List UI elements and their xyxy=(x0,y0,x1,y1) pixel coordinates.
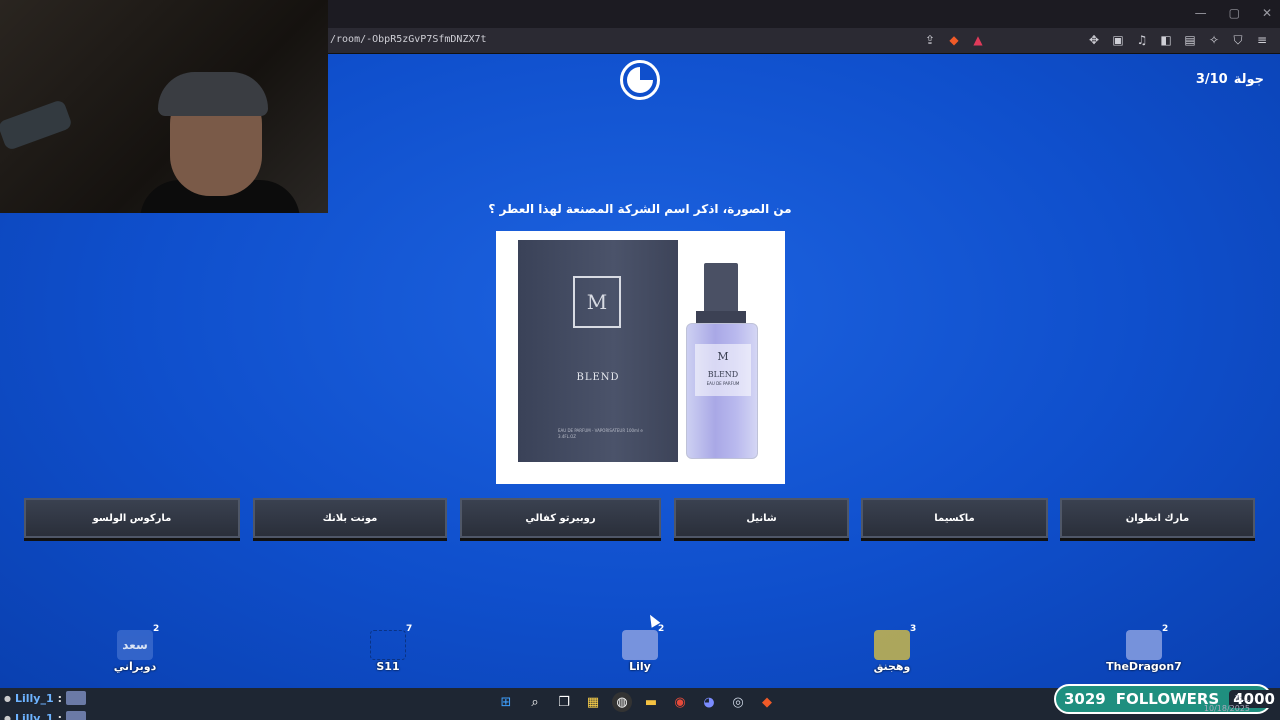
chat-separator: : xyxy=(57,711,63,720)
discord-icon[interactable]: ◕ xyxy=(699,692,719,712)
taskbar-apps: ⊞ ⌕ ❐ ▦ ◍ ▬ ◉ ◕ ◎ ◆ xyxy=(496,692,777,712)
minimize-button[interactable]: — xyxy=(1195,6,1207,20)
answer-options: ماركوس الولسو مونت بلانك روبيرتو كفالي ش… xyxy=(0,498,1280,538)
sidebar-icon[interactable]: ◧ xyxy=(1158,32,1174,48)
brand-logo: M xyxy=(573,276,621,328)
obs-icon[interactable]: ◍ xyxy=(612,692,632,712)
chat-message: ● Lilly_1 : xyxy=(4,688,124,708)
streamer-cap xyxy=(158,72,268,116)
answer-button[interactable]: روبيرتو كفالي xyxy=(460,498,661,538)
brave-rewards-icon[interactable]: ▲ xyxy=(970,32,986,48)
bottle-product-name: BLEND xyxy=(707,370,739,379)
webcam-overlay xyxy=(0,0,328,213)
perfume-bottle: M BLEND EAU DE PARFUM xyxy=(686,323,758,459)
player-score: 2 xyxy=(658,624,665,634)
player-card: 2 Lily xyxy=(600,624,680,682)
chat-overlay: ● Lilly_1 : ● Lilly_1 : xyxy=(4,688,124,720)
url-text[interactable]: /room/-ObpR5zGvP7SfmDNZX7t xyxy=(330,34,487,45)
share-icon[interactable]: ⇪ xyxy=(922,32,938,48)
extensions-icon[interactable]: ✥ xyxy=(1086,32,1102,48)
leo-ai-icon[interactable]: ✧ xyxy=(1206,32,1222,48)
clock-time: 7:... xyxy=(1234,694,1250,703)
brave-icon[interactable]: ◆ xyxy=(757,692,777,712)
windows-start-icon[interactable]: ⊞ xyxy=(496,692,516,712)
wallet-icon[interactable]: ▤ xyxy=(1182,32,1198,48)
player-card: 3 وهجنق xyxy=(852,624,932,682)
avatar xyxy=(622,630,658,660)
chat-username: Lilly_1 xyxy=(14,691,54,705)
avatar xyxy=(370,630,406,660)
search-icon[interactable]: ⌕ xyxy=(525,692,545,712)
player-score: 2 xyxy=(153,624,160,634)
menu-icon[interactable]: ≡ xyxy=(1254,32,1270,48)
chat-separator: : xyxy=(57,691,63,705)
bottle-logo: M xyxy=(717,350,729,363)
close-button[interactable]: ✕ xyxy=(1262,6,1272,20)
media-icon[interactable]: ♫ xyxy=(1134,32,1150,48)
file-explorer-icon[interactable]: ▬ xyxy=(641,692,661,712)
avatar xyxy=(1126,630,1162,660)
chrome-icon[interactable]: ◉ xyxy=(670,692,690,712)
chat-message: ● Lilly_1 : xyxy=(4,708,124,720)
players-bar: سعد 2 دوبراني 7 S11 2 Lily 3 وهجنق 2 The… xyxy=(0,624,1280,684)
avatar: سعد xyxy=(117,630,153,660)
box-product-name: BLEND xyxy=(576,372,620,383)
player-name: دوبراني xyxy=(113,660,157,673)
chat-bullet-icon: ● xyxy=(4,713,11,720)
question-text: من الصورة، اذكر اسم الشركة المصنعة لهذا … xyxy=(488,202,792,216)
window-controls: — ▢ ✕ xyxy=(1195,6,1272,20)
player-score: 7 xyxy=(406,624,413,634)
round-value: 3/10 xyxy=(1195,72,1228,87)
steam-icon[interactable]: ◎ xyxy=(728,692,748,712)
address-bar-icons: ⇪ ◆ ▲ xyxy=(922,32,986,48)
store-icon[interactable]: ▦ xyxy=(583,692,603,712)
answer-button[interactable]: شانيل xyxy=(674,498,849,538)
bottle-cap xyxy=(704,263,738,313)
perfume-box: M BLEND EAU DE PARFUM - VAPORISATEUR 100… xyxy=(518,240,678,462)
player-card: سعد 2 دوبراني xyxy=(95,624,175,682)
chat-emote xyxy=(66,691,87,705)
clock-date: 10/18/2025 xyxy=(1203,704,1250,713)
answer-button[interactable]: ماركوس الولسو xyxy=(24,498,240,538)
maximize-button[interactable]: ▢ xyxy=(1229,6,1240,20)
bottle-subtitle: EAU DE PARFUM xyxy=(706,381,740,386)
microphone-icon xyxy=(0,98,74,152)
box-small-print: EAU DE PARFUM - VAPORISATEUR 100ml e 3.4… xyxy=(558,428,643,439)
vpn-shield-icon[interactable]: ⛉ xyxy=(1230,32,1246,48)
answer-button[interactable]: ماكسيما xyxy=(861,498,1048,538)
timer-progress xyxy=(627,67,653,93)
player-score: 3 xyxy=(910,624,917,634)
bottle-label: M BLEND EAU DE PARFUM xyxy=(695,344,751,396)
chat-bullet-icon: ● xyxy=(4,693,11,703)
task-view-icon[interactable]: ❐ xyxy=(554,692,574,712)
player-score: 2 xyxy=(1162,624,1169,634)
answer-button[interactable]: مونت بلانك xyxy=(253,498,447,538)
player-name: وهجنق xyxy=(873,660,911,673)
player-name: TheDragon7 xyxy=(1106,660,1182,673)
round-indicator: 3/10 جولة xyxy=(1196,72,1264,87)
toolbar-icons: ✥ ▣ ♫ ◧ ▤ ✧ ⛉ ≡ xyxy=(1086,32,1270,48)
player-card: 7 S11 xyxy=(348,624,428,682)
round-label: جولة xyxy=(1233,72,1264,87)
avatar xyxy=(874,630,910,660)
chat-username: Lilly_1 xyxy=(14,711,54,720)
brave-shield-icon[interactable]: ◆ xyxy=(946,32,962,48)
chat-emote xyxy=(66,711,87,720)
question-image: M BLEND EAU DE PARFUM - VAPORISATEUR 100… xyxy=(496,231,785,484)
player-name: S11 xyxy=(376,660,400,673)
player-name: Lily xyxy=(629,660,651,673)
answer-button[interactable]: مارك انطوان xyxy=(1060,498,1255,538)
screenshot-icon[interactable]: ▣ xyxy=(1110,32,1126,48)
timer xyxy=(620,60,660,100)
player-card: 2 TheDragon7 xyxy=(1104,624,1184,682)
system-clock: 7:... 10/18/2025 xyxy=(1204,694,1250,714)
followers-count: 3029 xyxy=(1064,690,1106,708)
